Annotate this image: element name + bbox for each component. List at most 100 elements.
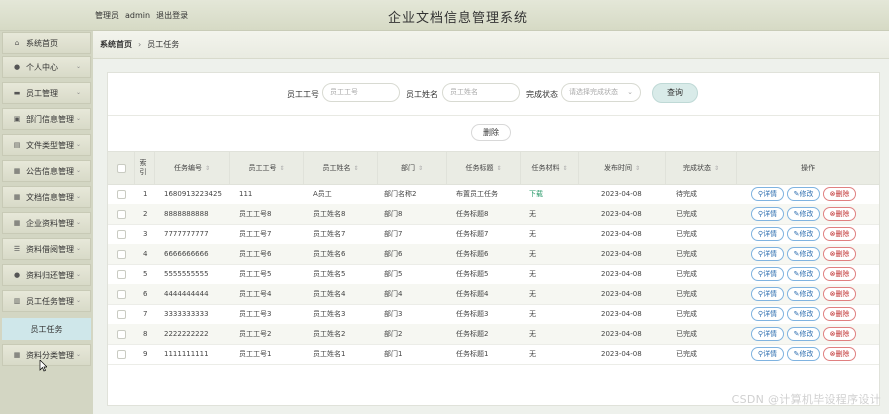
sort-icon[interactable]: ⇕ <box>418 165 423 172</box>
status-select[interactable]: 请选择完成状态 ⌄ <box>561 83 641 102</box>
query-button[interactable]: 查询 <box>652 83 698 103</box>
admin-prefix: 管理员 <box>95 11 119 20</box>
sidebar-item-8[interactable]: ☰ 资料借阅管理 ⌄ <box>2 238 91 260</box>
download-link[interactable]: 下载 <box>529 184 543 204</box>
cell-emp-name: 员工姓名2 <box>313 330 346 338</box>
delete-button[interactable]: ⊗删除 <box>823 327 856 341</box>
delete-button[interactable]: ⊗删除 <box>823 207 856 221</box>
cell-emp-no: 111 <box>239 190 253 198</box>
chevron-down-icon: ⌄ <box>75 115 81 122</box>
emp-no-input[interactable]: 员工工号 <box>322 83 400 102</box>
sort-icon[interactable]: ⇕ <box>496 165 501 172</box>
batch-delete-button[interactable]: 删除 <box>471 124 511 141</box>
emp-no-label: 员工工号 <box>287 90 319 99</box>
cell-emp-name: 员工姓名4 <box>313 290 346 298</box>
column-header: 操作 <box>736 152 879 184</box>
edit-button[interactable]: ✎修改 <box>787 307 820 321</box>
column-header[interactable]: 任务编号 ⇕ <box>154 152 229 184</box>
detail-button[interactable]: ⚲详情 <box>751 227 784 241</box>
sidebar-item-5[interactable]: ▦ 公告信息管理 ⌄ <box>2 160 91 182</box>
sidebar-item-3[interactable]: ▣ 部门信息管理 ⌄ <box>2 108 91 130</box>
detail-button[interactable]: ⚲详情 <box>751 307 784 321</box>
row-checkbox[interactable] <box>117 250 126 259</box>
column-header[interactable]: 完成状态 ⇕ <box>665 152 736 184</box>
delete-button[interactable]: ⊗删除 <box>823 227 856 241</box>
row-checkbox[interactable] <box>117 330 126 339</box>
column-header[interactable]: 员工姓名 ⇕ <box>303 152 377 184</box>
sidebar-subitem-task[interactable]: 员工任务 <box>2 318 91 340</box>
sidebar-item-7[interactable]: ▦ 企业资料管理 ⌄ <box>2 212 91 234</box>
sort-icon[interactable]: ⇕ <box>562 165 567 172</box>
action-label: 修改 <box>799 350 814 358</box>
return-icon: ● <box>13 271 21 279</box>
edit-button[interactable]: ✎修改 <box>787 267 820 281</box>
delete-button[interactable]: ⊗删除 <box>823 347 856 361</box>
row-checkbox[interactable] <box>117 350 126 359</box>
sidebar-item-1[interactable]: ● 个人中心 ⌄ <box>2 56 91 78</box>
action-label: 详情 <box>763 310 778 318</box>
column-header[interactable]: 发布时间 ⇕ <box>578 152 665 184</box>
logout-link[interactable]: 退出登录 <box>156 11 188 20</box>
action-label: 详情 <box>763 250 778 258</box>
row-checkbox[interactable] <box>117 290 126 299</box>
column-header[interactable]: 任务材料 ⇕ <box>520 152 578 184</box>
sidebar-item-6[interactable]: ▦ 文档信息管理 ⌄ <box>2 186 91 208</box>
action-label: 修改 <box>799 210 814 218</box>
cell-task-no: 3333333333 <box>164 310 209 318</box>
edit-button[interactable]: ✎修改 <box>787 327 820 341</box>
sort-icon[interactable]: ⇕ <box>635 165 640 172</box>
detail-button[interactable]: ⚲详情 <box>751 207 784 221</box>
sort-icon[interactable]: ⇕ <box>353 165 358 172</box>
sidebar-item-4[interactable]: ▤ 文件类型管理 ⌄ <box>2 134 91 156</box>
cell-title: 任务标题5 <box>456 270 489 278</box>
top-bar: 管理员 admin 退出登录 企业文档信息管理系统 <box>0 0 889 31</box>
cell-date: 2023-04-08 <box>601 210 642 218</box>
sort-icon[interactable]: ⇕ <box>205 165 210 172</box>
cell-idx: 9 <box>143 350 148 358</box>
sidebar-item-9[interactable]: ● 资料归还管理 ⌄ <box>2 264 91 286</box>
delete-button[interactable]: ⊗删除 <box>823 247 856 261</box>
row-checkbox[interactable] <box>117 210 126 219</box>
detail-button[interactable]: ⚲详情 <box>751 247 784 261</box>
cell-status: 已完成 <box>676 270 697 278</box>
sidebar-item-2[interactable]: ▬ 员工管理 ⌄ <box>2 82 91 104</box>
cell-material: 无 <box>529 250 536 258</box>
detail-button[interactable]: ⚲详情 <box>751 347 784 361</box>
column-header[interactable]: 任务标题 ⇕ <box>446 152 520 184</box>
sidebar-item-label: 企业资料管理 <box>26 218 74 228</box>
column-header[interactable]: 员工工号 ⇕ <box>229 152 303 184</box>
detail-button[interactable]: ⚲详情 <box>751 187 784 201</box>
edit-button[interactable]: ✎修改 <box>787 287 820 301</box>
edit-button[interactable]: ✎修改 <box>787 187 820 201</box>
edit-button[interactable]: ✎修改 <box>787 247 820 261</box>
app-title: 企业文档信息管理系统 <box>388 11 529 26</box>
detail-button[interactable]: ⚲详情 <box>751 267 784 281</box>
delete-button[interactable]: ⊗删除 <box>823 187 856 201</box>
row-checkbox[interactable] <box>117 310 126 319</box>
table-header: 索引 任务编号 ⇕ 员工工号 ⇕ 员工姓名 ⇕ 部门 ⇕ 任务标题 ⇕ 任务材料 ⇕ 发布时间 ⇕ 完成状态 ⇕… <box>108 151 879 185</box>
delete-button[interactable]: ⊗删除 <box>823 307 856 321</box>
mouse-cursor-icon <box>39 360 47 372</box>
delete-button[interactable]: ⊗删除 <box>823 267 856 281</box>
sort-icon[interactable]: ⇕ <box>714 165 719 172</box>
cell-title: 任务标题4 <box>456 290 489 298</box>
edit-button[interactable]: ✎修改 <box>787 227 820 241</box>
select-all-checkbox[interactable] <box>117 164 126 173</box>
cell-idx: 7 <box>143 310 148 318</box>
table-row: 8 2222222222 员工工号2 员工姓名2 部门2 任务标题2 无 2023-04-08… <box>108 324 879 345</box>
sidebar-item-10[interactable]: ▥ 员工任务管理 ⌄ <box>2 290 91 312</box>
edit-button[interactable]: ✎修改 <box>787 347 820 361</box>
delete-button[interactable]: ⊗删除 <box>823 287 856 301</box>
row-checkbox[interactable] <box>117 230 126 239</box>
sidebar-item-0[interactable]: ⌂ 系统首页 <box>2 32 91 54</box>
row-checkbox[interactable] <box>117 270 126 279</box>
column-header[interactable]: 部门 ⇕ <box>377 152 446 184</box>
breadcrumb-home[interactable]: 系统首页 <box>100 39 132 50</box>
detail-button[interactable]: ⚲详情 <box>751 327 784 341</box>
row-checkbox[interactable] <box>117 190 126 199</box>
detail-button[interactable]: ⚲详情 <box>751 287 784 301</box>
sort-icon[interactable]: ⇕ <box>279 165 284 172</box>
chevron-down-icon: ⌄ <box>75 141 81 148</box>
edit-button[interactable]: ✎修改 <box>787 207 820 221</box>
emp-name-input[interactable]: 员工姓名 <box>442 83 520 102</box>
